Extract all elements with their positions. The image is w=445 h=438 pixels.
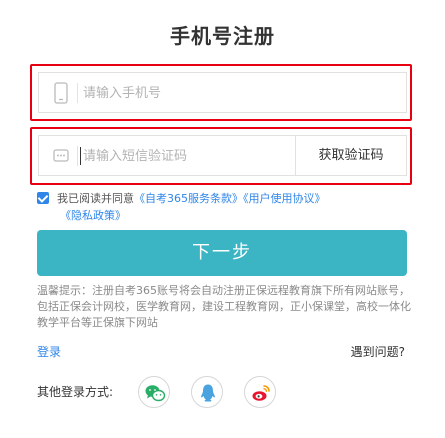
qq-icon — [201, 384, 215, 402]
field-divider — [77, 146, 78, 166]
registration-tip: 温馨提示：注册自考365账号将会自动注册正保远程教育旗下所有网站账号，包括正保会… — [37, 284, 411, 329]
qq-login-button[interactable] — [191, 376, 223, 408]
phone-input[interactable] — [83, 81, 313, 105]
agreement-checkbox[interactable] — [37, 192, 49, 204]
login-link[interactable]: 登录 — [37, 343, 61, 360]
page-title: 手机号注册 — [170, 24, 275, 48]
weibo-login-button[interactable] — [244, 376, 276, 408]
code-field[interactable]: 获取验证码 — [38, 135, 407, 176]
sms-code-input[interactable] — [83, 144, 313, 168]
wechat-icon — [145, 385, 166, 402]
text-caret — [80, 147, 81, 165]
mobile-phone-icon — [53, 82, 69, 104]
agreement-row: 我已阅读并同意《自考365服务条款》《用户使用协议》 《隐私政策》 — [37, 190, 412, 224]
service-terms-link[interactable]: 《自考365服务条款》 — [134, 192, 243, 205]
user-agreement-link[interactable]: 《用户使用协议》 — [243, 192, 326, 205]
help-link[interactable]: 遇到问题? — [351, 343, 405, 360]
phone-field[interactable] — [38, 72, 407, 113]
privacy-policy-link[interactable]: 《隐私政策》 — [60, 209, 126, 222]
field-divider — [77, 83, 78, 103]
agreement-prefix: 我已阅读并同意 — [57, 192, 134, 205]
other-login-label: 其他登录方式: — [37, 385, 114, 399]
message-dots-icon — [53, 145, 69, 167]
weibo-icon — [252, 385, 270, 401]
get-code-button[interactable]: 获取验证码 — [295, 136, 406, 175]
wechat-login-button[interactable] — [138, 376, 170, 408]
next-step-button[interactable]: 下一步 — [37, 230, 407, 276]
